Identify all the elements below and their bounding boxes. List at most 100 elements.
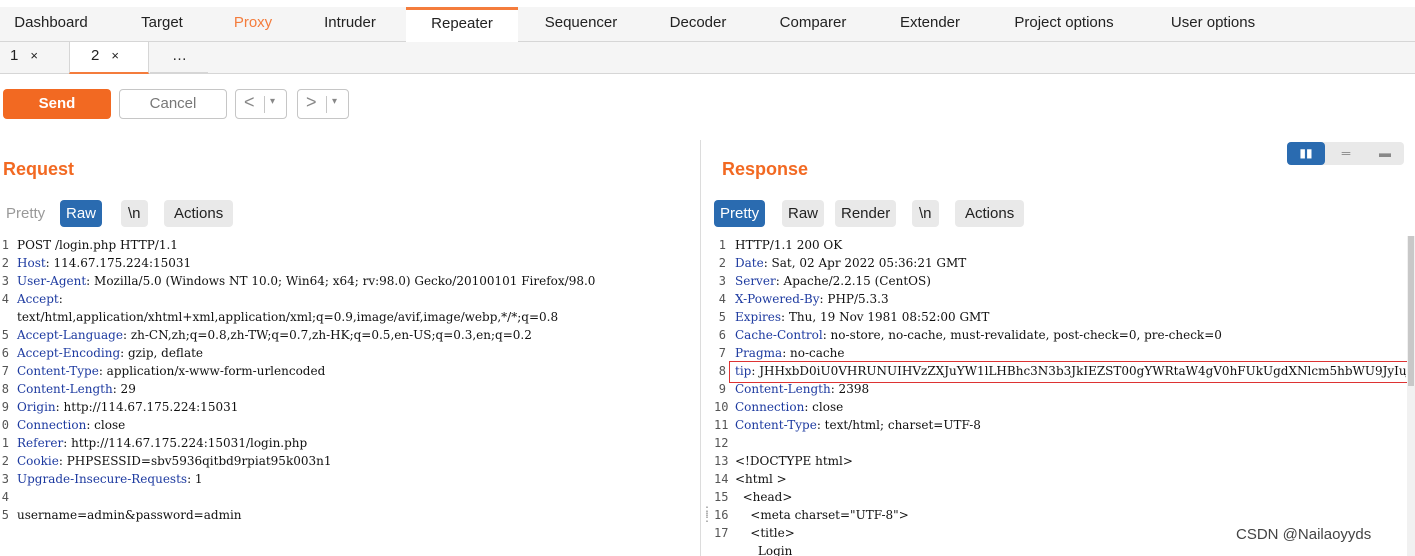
- tab-intruder[interactable]: Intruder: [314, 7, 386, 41]
- line-value: : 1: [187, 472, 203, 486]
- tab-pretty[interactable]: Pretty: [714, 200, 766, 227]
- subtab-2[interactable]: 2 ×: [69, 42, 149, 74]
- header-key: Accept: [17, 292, 59, 306]
- forward-button[interactable]: > ▾: [297, 89, 349, 119]
- close-icon[interactable]: ×: [111, 48, 119, 63]
- line-number: 1: [1, 436, 9, 450]
- response-editor[interactable]: 1 HTTP/1.1 200 OK 2 Date: Sat, 02 Apr 2022 …: [714, 236, 1406, 556]
- subtab-new[interactable]: …: [150, 42, 208, 73]
- code-line: 1 POST /login.php HTTP/1.1: [0, 236, 698, 254]
- code-line: 6 Cache-Control: no-store, no-cache, must…: [714, 326, 1406, 344]
- dropdown-icon[interactable]: ▾: [270, 96, 275, 107]
- line-text: Expires: Thu, 19 Nov 1981 08:52:00 GMT: [735, 308, 989, 326]
- tab-newline[interactable]: \n: [121, 200, 148, 227]
- tab-proxy[interactable]: Proxy: [228, 7, 278, 41]
- line-value: : Sat, 02 Apr 2022 05:36:21 GMT: [763, 256, 967, 270]
- header-key: Origin: [17, 400, 56, 414]
- line-value: : close: [86, 418, 126, 432]
- line-text: Accept-Encoding: gzip, deflate: [17, 344, 203, 362]
- response-title: Response: [722, 159, 809, 179]
- line-number: 8: [1, 382, 9, 396]
- line-text: <!DOCTYPE html>: [735, 452, 853, 470]
- line-number: 6: [1, 346, 9, 360]
- send-button[interactable]: Send: [3, 89, 111, 119]
- line-value: : Thu, 19 Nov 1981 08:52:00 GMT: [781, 310, 990, 324]
- actions-dropdown[interactable]: Actions ⌄: [955, 200, 1025, 249]
- line-value: : 2398: [830, 382, 870, 396]
- code-line: text/html,application/xhtml+xml,applicat…: [0, 308, 698, 326]
- code-line: 3 User-Agent: Mozilla/5.0 (Windows NT 10.…: [0, 272, 698, 290]
- code-line: 2 Date: Sat, 02 Apr 2022 05:36:21 GMT: [714, 254, 1406, 272]
- top-bottom-icon[interactable]: ═: [1327, 142, 1365, 165]
- close-icon[interactable]: ×: [30, 48, 38, 63]
- code-line: 5 Accept-Language: zh-CN,zh;q=0.8,zh-TW;q…: [0, 326, 698, 344]
- tab-comparer[interactable]: Comparer: [772, 7, 854, 41]
- header-key: Cache-Control: [735, 328, 823, 342]
- request-title: Request: [3, 159, 75, 179]
- subtab-label: …: [172, 47, 187, 64]
- line-number: 8: [718, 364, 726, 378]
- code-line: 1 Referer: http://114.67.175.224:15031/lo…: [0, 434, 698, 452]
- scrollbar-thumb[interactable]: [1408, 236, 1414, 386]
- cancel-button[interactable]: Cancel: [119, 89, 227, 119]
- code-line: 14 <html >: [714, 470, 1406, 488]
- line-value: : zh-CN,zh;q=0.8,zh-TW;q=0.7,zh-HK;q=0.5…: [122, 328, 532, 342]
- line-text: POST /login.php HTTP/1.1: [17, 236, 178, 254]
- dropdown-icon[interactable]: ▾: [332, 96, 337, 107]
- code-line: 2 Cookie: PHPSESSID=sbv5936qitbd9rpiat95k…: [0, 452, 698, 470]
- back-button[interactable]: < ▾: [235, 89, 287, 119]
- code-line: 6 Accept-Encoding: gzip, deflate: [0, 344, 698, 362]
- line-text: <html >: [735, 470, 787, 488]
- layout-toggle: ▮▮ ═ ▬: [1287, 142, 1404, 165]
- line-text: Host: 114.67.175.224:15031: [17, 254, 191, 272]
- code-line: 0 Connection: close: [0, 416, 698, 434]
- tab-dashboard[interactable]: Dashboard: [10, 7, 92, 41]
- tab-project-options[interactable]: Project options: [1004, 7, 1124, 41]
- tab-target[interactable]: Target: [130, 7, 194, 41]
- code-line: 8 Content-Length: 29: [0, 380, 698, 398]
- line-number: 16: [714, 508, 729, 522]
- panel-divider[interactable]: [700, 140, 701, 556]
- tab-decoder[interactable]: Decoder: [662, 7, 734, 41]
- subtab-label: 2: [91, 47, 100, 64]
- line-number: 5: [718, 310, 726, 324]
- line-value: : Apache/2.2.15 (CentOS): [775, 274, 931, 288]
- line-text: <title>: [735, 524, 795, 542]
- code-line: 11 Content-Type: text/html; charset=UTF-8: [714, 416, 1406, 434]
- tab-raw[interactable]: Raw: [782, 200, 825, 227]
- line-text: User-Agent: Mozilla/5.0 (Windows NT 10.0…: [17, 272, 595, 290]
- line-text: text/html,application/xhtml+xml,applicat…: [17, 308, 558, 326]
- drag-handle-icon[interactable]: ⋮ ⋮: [701, 505, 713, 523]
- tab-render[interactable]: Render: [835, 200, 897, 227]
- code-line: 4: [0, 488, 698, 506]
- header-key: Connection: [735, 400, 805, 414]
- line-number: 1: [1, 238, 9, 252]
- line-number: 6: [718, 328, 726, 342]
- tab-newline[interactable]: \n: [912, 200, 939, 227]
- line-value: : PHPSESSID=sbv5936qitbd9rpiat95k003n1: [58, 454, 332, 468]
- line-number: 17: [714, 526, 729, 540]
- line-text: Cookie: PHPSESSID=sbv5936qitbd9rpiat95k0…: [17, 452, 331, 470]
- tabs-icon[interactable]: ▬: [1366, 142, 1404, 165]
- tab-extender[interactable]: Extender: [892, 7, 968, 41]
- tab-sequencer[interactable]: Sequencer: [538, 7, 624, 41]
- side-by-side-icon[interactable]: ▮▮: [1287, 142, 1325, 165]
- line-value: : 114.67.175.224:15031: [45, 256, 192, 270]
- header-key: Content-Type: [17, 364, 99, 378]
- code-line: 3 Server: Apache/2.2.15 (CentOS): [714, 272, 1406, 290]
- subtab-label: 1: [10, 47, 19, 64]
- tab-raw[interactable]: Raw: [60, 200, 103, 227]
- line-value: : text/html; charset=UTF-8: [816, 418, 981, 432]
- response-scrollbar[interactable]: [1407, 236, 1415, 556]
- line-number: 3: [1, 472, 9, 486]
- line-value: Login: [735, 544, 793, 556]
- tab-repeater[interactable]: Repeater: [406, 7, 518, 42]
- line-number: 10: [714, 400, 729, 414]
- actions-dropdown[interactable]: Actions ⌄: [164, 200, 234, 249]
- request-editor[interactable]: 1 POST /login.php HTTP/1.1 2 Host: 114.67.1…: [0, 236, 698, 556]
- line-text: Connection: close: [17, 416, 125, 434]
- subtab-1[interactable]: 1 ×: [10, 42, 68, 73]
- tab-pretty[interactable]: Pretty: [0, 200, 51, 227]
- tab-user-options[interactable]: User options: [1160, 7, 1266, 41]
- line-text: <meta charset="UTF-8">: [735, 506, 909, 524]
